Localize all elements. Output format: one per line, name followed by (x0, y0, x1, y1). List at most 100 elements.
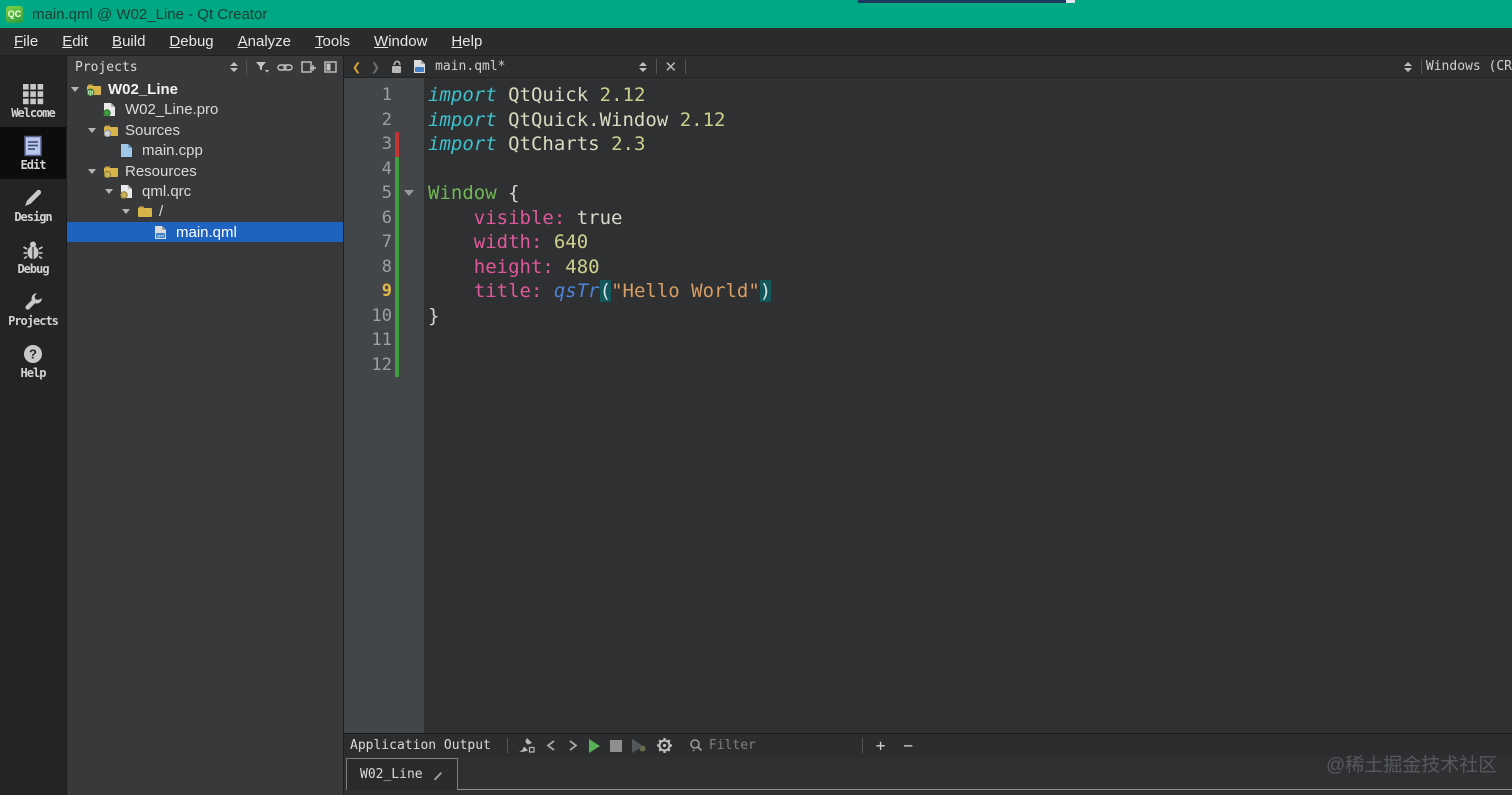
separator (1420, 59, 1422, 74)
expand-arrow-icon[interactable] (71, 87, 79, 92)
close-pane-icon[interactable] (324, 61, 337, 73)
run-icon[interactable] (588, 738, 600, 753)
line-number[interactable]: 7 (344, 230, 396, 255)
menu-debug[interactable]: Debug (157, 28, 225, 55)
mode-design[interactable]: Design (0, 179, 66, 231)
code-line-2[interactable]: import QtQuick.Window 2.12 (428, 108, 771, 133)
code-line-5[interactable]: Window { (428, 181, 771, 206)
code-line-3[interactable]: import QtCharts 2.3 (428, 132, 771, 157)
line-number[interactable]: 3 (344, 132, 396, 157)
close-document-icon[interactable]: ✕ (661, 58, 682, 76)
line-number[interactable]: 11 (344, 328, 396, 353)
projects-panel-title[interactable]: Projects (75, 60, 226, 75)
clear-output-icon[interactable] (517, 737, 535, 754)
expand-arrow-icon[interactable] (122, 209, 130, 215)
menu-window[interactable]: Window (362, 28, 439, 55)
filter-icon[interactable] (255, 61, 269, 74)
code-line-6[interactable]: visible: true (428, 206, 771, 231)
separator (685, 59, 687, 74)
window-edge-artifact (858, 0, 1066, 3)
split-icon[interactable] (301, 61, 316, 73)
settings-gear-icon[interactable] (656, 737, 673, 754)
mode-edit[interactable]: Edit (0, 127, 66, 179)
mode-label: Projects (8, 313, 59, 328)
pane-selector-arrows-icon[interactable] (230, 62, 238, 72)
code-line-1[interactable]: import QtQuick 2.12 (428, 83, 771, 108)
code-editor[interactable]: 1 2 3 4 5 6 7 8 9 10 11 12 import QtQuick 2.12 impor… (343, 78, 1512, 733)
code-line-10[interactable]: } (428, 304, 771, 329)
mode-debug[interactable]: Debug (0, 231, 66, 283)
back-icon[interactable]: ❮ (352, 58, 361, 76)
tree-item-label: Resources (125, 162, 197, 180)
expand-arrow-icon[interactable] (105, 188, 113, 194)
line-number[interactable]: 6 (344, 206, 396, 231)
menu-file[interactable]: File (2, 28, 50, 55)
mode-projects[interactable]: Projects (0, 283, 66, 335)
menu-analyze[interactable]: Analyze (226, 28, 303, 55)
tree-item-label: qml.qrc (142, 182, 192, 200)
tree-item-w02-line-pro[interactable]: W02_Line.pro (67, 99, 343, 119)
tree-item--[interactable]: / (67, 201, 343, 221)
open-document-label[interactable]: main.qml* (435, 59, 505, 74)
separator (506, 738, 508, 753)
tree-item-main-qml[interactable]: qml main.qml (67, 221, 343, 243)
line-number[interactable]: 10 (344, 304, 396, 329)
line-number[interactable]: 9 (344, 279, 396, 304)
window-title: main.qml @ W02_Line - Qt Creator (32, 5, 268, 23)
output-pane-title[interactable]: Application Output (350, 738, 491, 753)
line-number[interactable]: 4 (344, 157, 396, 182)
mode-help[interactable]: ? Help (0, 335, 66, 387)
qml-file-icon (413, 59, 426, 74)
menu-help[interactable]: Help (439, 28, 494, 55)
expand-arrow-icon[interactable] (88, 127, 96, 133)
tree-item-w02-line[interactable]: Qt W02_Line (67, 79, 343, 99)
tree-item-resources[interactable]: Resources (67, 161, 343, 181)
link-with-editor-icon[interactable] (277, 62, 293, 73)
qt-project-folder-icon: Qt (86, 82, 102, 96)
mode-sidebar: Welcome Edit Design Debug Projects ? Help (0, 56, 67, 795)
next-item-icon[interactable] (567, 739, 579, 752)
svg-text:qml: qml (157, 233, 164, 238)
mode-welcome[interactable]: Welcome (0, 75, 66, 127)
line-number[interactable]: 12 (344, 353, 396, 378)
tree-item-label: main.qml (176, 223, 237, 241)
menu-tools[interactable]: Tools (303, 28, 362, 55)
code-line-9[interactable]: title: qsTr("Hello World") (428, 279, 772, 304)
tree-item-main-cpp[interactable]: main.cpp (67, 140, 343, 160)
forward-icon[interactable]: ❯ (371, 58, 380, 76)
output-tab-w02-line[interactable]: W02_Line (346, 758, 458, 790)
run-debug-icon[interactable] (631, 738, 646, 753)
svg-text:Qt: Qt (88, 91, 94, 96)
pencil-icon (22, 187, 44, 209)
document-selector-arrows-icon[interactable] (638, 61, 647, 72)
code-line-7[interactable]: width: 640 (428, 230, 771, 255)
tree-item-sources[interactable]: Sources (67, 120, 343, 140)
code-line-12[interactable] (428, 353, 771, 378)
code-line-8[interactable]: height: 480 (428, 255, 771, 280)
line-number[interactable]: 2 (344, 108, 396, 133)
expand-arrow-icon[interactable] (88, 168, 96, 174)
line-number[interactable]: 8 (344, 255, 396, 280)
menu-edit[interactable]: Edit (50, 28, 100, 55)
line-ending-selector[interactable]: Windows (CR (1426, 59, 1512, 74)
tree-item-qml-qrc[interactable]: qml.qrc (67, 181, 343, 201)
zoom-out-button[interactable]: − (894, 736, 922, 755)
project-tree: Qt W02_Line W02_Line.pro Sources main.cpp Res… (67, 79, 343, 243)
previous-item-icon[interactable] (545, 739, 557, 752)
code-line-4[interactable] (428, 157, 771, 182)
menu-build[interactable]: Build (100, 28, 157, 55)
rerun-pencil-icon[interactable] (432, 769, 444, 781)
line-number[interactable]: 1 (344, 83, 396, 108)
filter-input[interactable] (708, 738, 829, 753)
fold-marker-icon[interactable] (404, 190, 414, 196)
separator (861, 738, 863, 753)
unlock-icon[interactable] (390, 60, 403, 74)
editor-gutter[interactable]: 1 2 3 4 5 6 7 8 9 10 11 12 (344, 78, 424, 733)
separator (246, 59, 247, 75)
code-line-11[interactable] (428, 328, 771, 353)
zoom-in-button[interactable]: + (867, 736, 895, 755)
line-ending-selector-arrows-icon[interactable] (1403, 61, 1412, 72)
stop-icon[interactable] (609, 739, 622, 752)
line-number[interactable]: 5 (344, 181, 396, 206)
code-area[interactable]: import QtQuick 2.12 import QtQuick.Window… (428, 83, 772, 378)
